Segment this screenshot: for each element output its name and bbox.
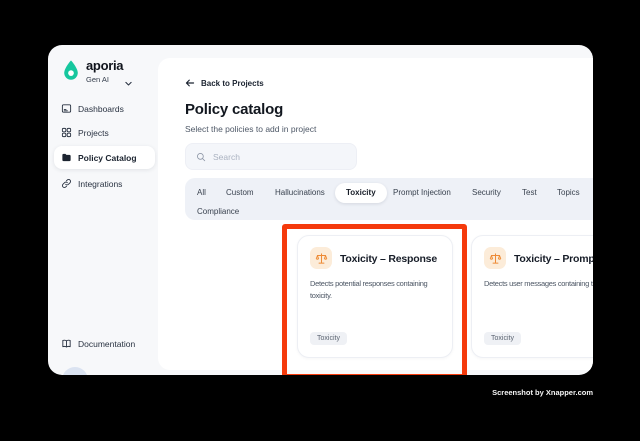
app-window: aporia Gen AI Dashboards Projects Policy…: [48, 45, 593, 375]
watermark-text: Screenshot by Xnapper.com: [492, 388, 593, 397]
sidebar-item-dashboards[interactable]: Dashboards: [54, 97, 155, 120]
policy-card-toxicity-response[interactable]: Toxicity – Response Detects potential re…: [297, 235, 453, 358]
workspace-name: Gen AI: [86, 75, 109, 84]
sidebar-item-projects[interactable]: Projects: [54, 121, 155, 144]
filter-tabs: All Custom Hallucinations Toxicity Promp…: [185, 178, 593, 220]
link-icon: [62, 179, 71, 188]
sidebar-item-label: Policy Catalog: [78, 152, 137, 163]
page-subtitle: Select the policies to add in project: [185, 124, 317, 134]
policy-card-description: Detects user messages containing toxicit…: [484, 279, 593, 288]
dashboards-icon: [61, 104, 72, 113]
sidebar-item-documentation[interactable]: Documentation: [54, 332, 155, 355]
workspace-switcher[interactable]: aporia Gen AI: [60, 58, 124, 84]
sidebar: aporia Gen AI Dashboards Projects Policy…: [48, 45, 158, 375]
policy-card-tag: Toxicity: [484, 332, 521, 345]
brand-name: aporia: [86, 58, 124, 73]
policy-card-toxicity-prompt[interactable]: Toxicity – Prompt Detects user messages …: [471, 235, 593, 358]
chevron-down-icon[interactable]: [124, 79, 133, 88]
policy-card-tag: Toxicity: [310, 332, 347, 345]
search-bar[interactable]: [185, 143, 357, 170]
sidebar-item-label: Projects: [78, 127, 109, 138]
scales-icon: [310, 247, 332, 269]
sidebar-item-label: Documentation: [78, 338, 136, 349]
filter-tab-prompt-injection[interactable]: Prompt Injection: [393, 186, 451, 200]
scales-icon: [484, 247, 506, 269]
filter-tab-security[interactable]: Security: [472, 186, 501, 200]
aporia-logo-icon: [64, 60, 78, 80]
search-icon: [197, 152, 206, 161]
user-avatar[interactable]: [62, 367, 88, 375]
book-icon: [62, 339, 71, 348]
back-link-label: Back to Projects: [201, 78, 264, 88]
back-arrow-icon: [185, 79, 195, 87]
filter-tab-compliance[interactable]: Compliance: [197, 205, 239, 219]
sidebar-item-policy-catalog[interactable]: Policy Catalog: [54, 146, 155, 169]
main-content: Back to Projects Policy catalog Select t…: [158, 58, 593, 375]
filter-tab-all[interactable]: All: [197, 186, 206, 200]
sidebar-item-label: Integrations: [78, 178, 123, 189]
search-input[interactable]: [213, 151, 346, 162]
sidebar-item-label: Dashboards: [78, 103, 124, 114]
policy-card-title: Toxicity – Prompt: [514, 253, 593, 265]
filter-tab-toxicity[interactable]: Toxicity: [335, 183, 387, 203]
projects-grid-icon: [61, 127, 72, 138]
policy-card-description: Detects potential responses containing t…: [310, 279, 428, 300]
filter-tab-test[interactable]: Test: [522, 186, 537, 200]
back-to-projects-link[interactable]: Back to Projects: [185, 78, 264, 88]
page-title: Policy catalog: [185, 101, 284, 118]
filter-tab-custom[interactable]: Custom: [226, 186, 254, 200]
sidebar-item-integrations[interactable]: Integrations: [54, 172, 155, 195]
folder-icon: [62, 153, 71, 162]
policy-card-title: Toxicity – Response: [340, 253, 437, 265]
filter-tab-hallucinations[interactable]: Hallucinations: [275, 186, 325, 200]
filter-tab-topics[interactable]: Topics: [557, 186, 580, 200]
